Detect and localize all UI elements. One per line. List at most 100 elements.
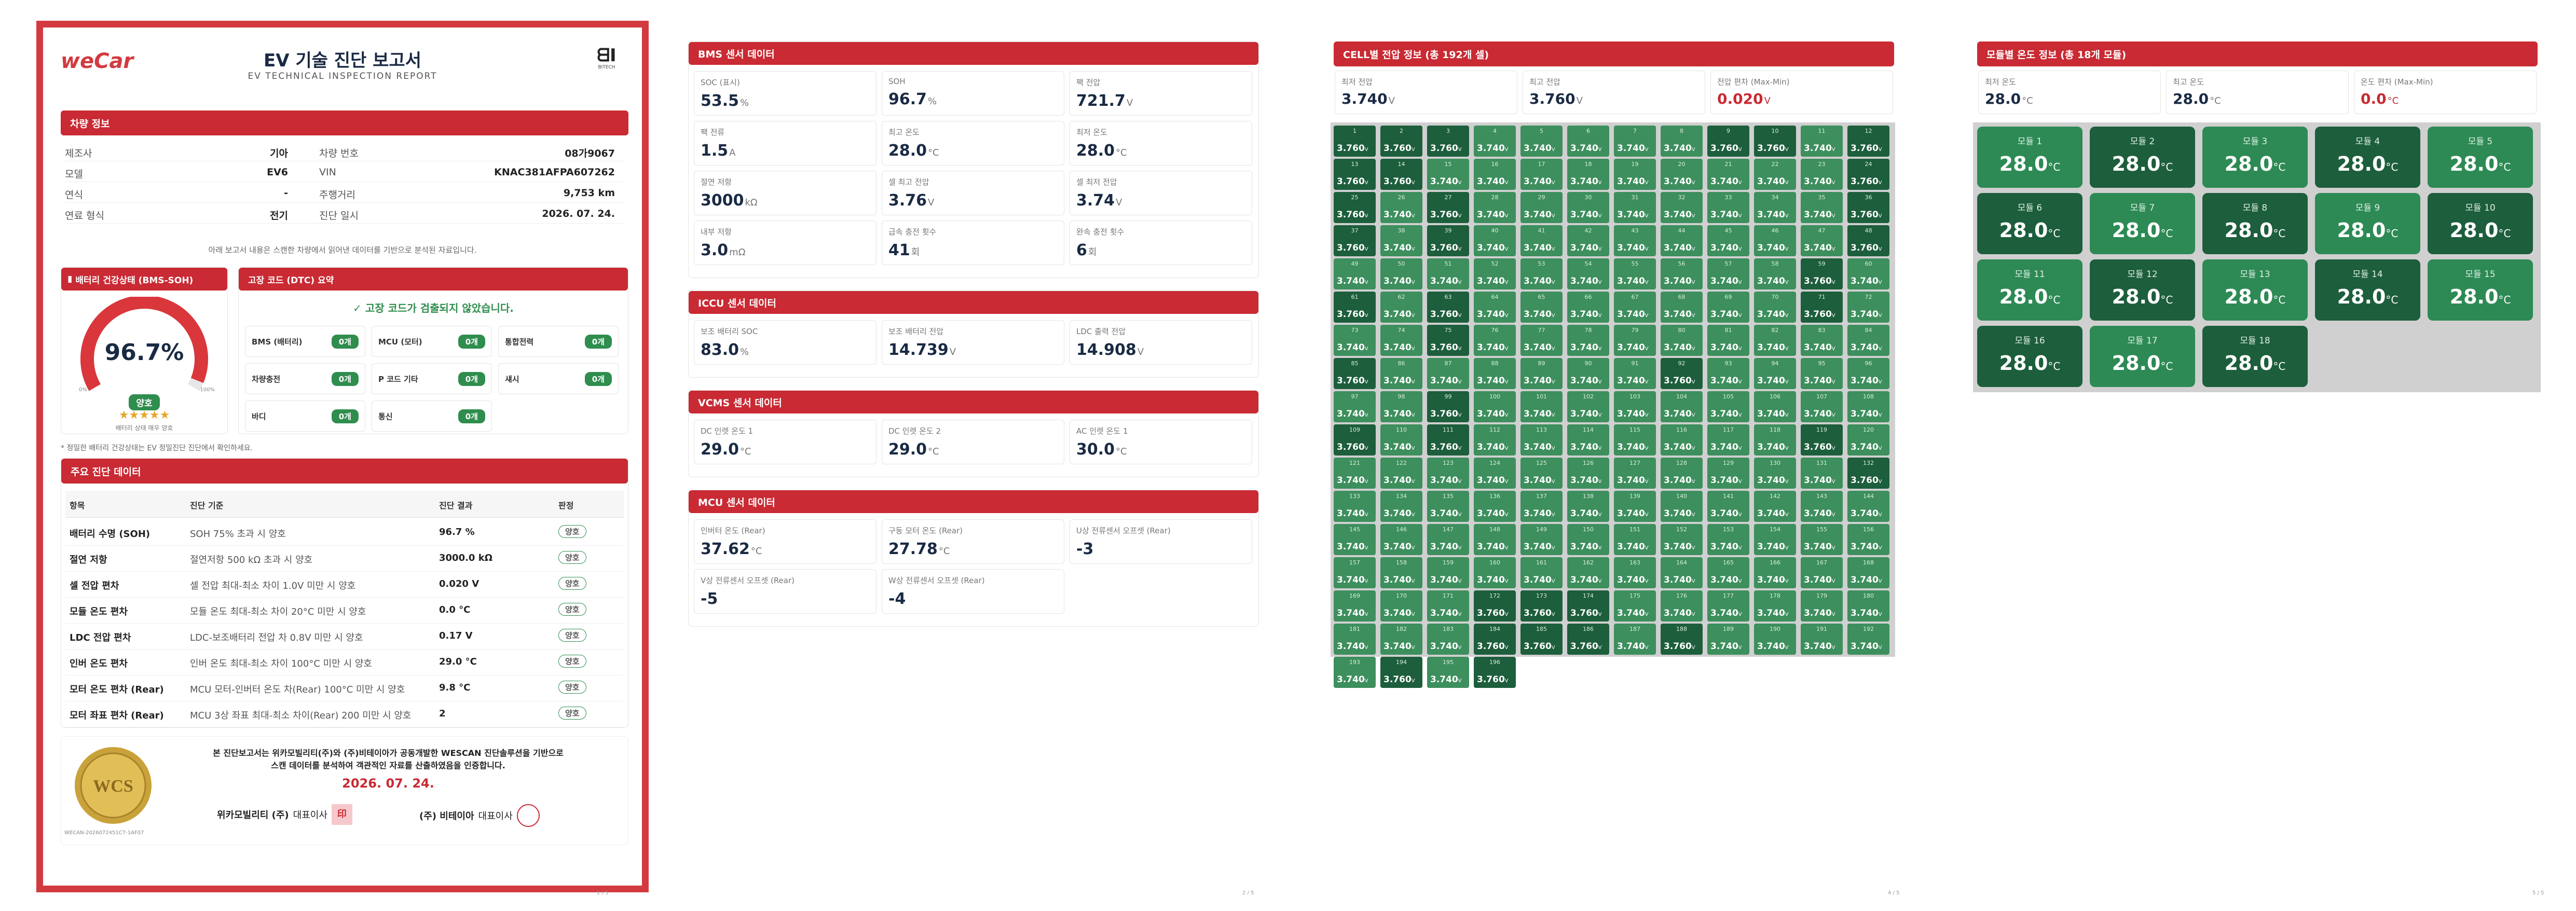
cell-voltage-value: 3.760V (1430, 442, 1462, 452)
module-temp-value: 28.0°C (1977, 352, 2082, 375)
cell-voltage-tile: 184 3.760V (1474, 624, 1516, 655)
sensor-item-value-row: -3 (1076, 540, 1245, 558)
cell-voltage-unit: V (1551, 446, 1555, 451)
cell-voltage-number: 3.760 (1430, 342, 1458, 353)
summary-stat-unit: V (1576, 95, 1583, 106)
cell-voltage-number: 3.740 (1570, 542, 1598, 552)
cell-voltage-value: 3.740V (1524, 475, 1555, 486)
report-title: EV 기술 진단 보고서 (263, 50, 421, 71)
cell-voltage-tile: 165 3.740V (1707, 557, 1749, 588)
cell-number: 173 (1536, 592, 1547, 599)
cell-voltage-number: 3.740 (1524, 342, 1552, 353)
sensor-item-value-row: 27.78 °C (888, 540, 1058, 558)
cell-number: 33 (1724, 194, 1732, 201)
module-temp-number: 28.0 (1999, 219, 2048, 242)
cell-voltage-tile: 178 3.740V (1754, 590, 1796, 622)
cell-voltage-value: 3.740V (1710, 508, 1742, 519)
cell-voltage-tile: 163 3.740V (1614, 557, 1656, 588)
cell-voltage-tile: 196 3.760V (1474, 657, 1516, 688)
module-grid: 모듈 1 28.0°C 모듈 2 28.0°C 모듈 3 28.0°C 모듈 4 28.0°C… (1973, 122, 2541, 392)
sensor-item-label: DC 인렛 온도 2 (888, 426, 941, 436)
cell-number: 78 (1584, 327, 1592, 334)
sign1-stamp: 印 (331, 804, 352, 825)
cell-voltage-number: 3.740 (1757, 641, 1785, 652)
cell-voltage-value: 3.740V (1524, 342, 1555, 353)
sensor-section-header: BMS 센서 데이터 (689, 42, 1258, 65)
module-temp-number: 28.0 (2224, 153, 2273, 175)
cell-voltage-unit: V (1411, 578, 1415, 584)
sensor-item-value-row: 3.0 mΩ (701, 241, 870, 259)
cell-voltage-number: 3.740 (1617, 276, 1645, 286)
cell-voltage-value: 3.740V (1477, 508, 1509, 519)
cell-voltage-value: 3.740V (1664, 176, 1695, 187)
sensor-item: 팩 전류 1.5 A (694, 121, 876, 165)
cell-voltage-number: 3.740 (1851, 342, 1879, 353)
cell-voltage-unit: V (1504, 412, 1509, 418)
dtc-item-label: MCU (모터) (378, 337, 422, 347)
cell-number: 133 (1349, 493, 1360, 500)
cell-voltage-value: 3.740V (1337, 542, 1368, 552)
cell-voltage-value: 3.740V (1570, 376, 1602, 386)
cell-voltage-tile: 194 3.760V (1380, 657, 1422, 688)
cell-voltage-unit: V (1878, 313, 1882, 319)
dtc-count-badge: 0개 (458, 334, 485, 349)
cell-voltage-tile: 160 3.740V (1474, 557, 1516, 588)
cell-number: 3 (1446, 128, 1450, 134)
cell-voltage-number: 3.740 (1710, 243, 1738, 253)
cell-voltage-value: 3.740V (1664, 210, 1695, 220)
cell-voltage-tile: 188 3.760V (1661, 624, 1703, 655)
main-table-cell: 배터리 수명 (SOH) (70, 529, 150, 540)
cell-voltage-unit: V (1645, 578, 1649, 584)
cell-voltage-tile: 149 3.740V (1520, 524, 1563, 555)
sensor-section-header: VCMS 센서 데이터 (689, 391, 1258, 413)
cell-voltage-number: 3.740 (1477, 176, 1505, 187)
module-temp-value: 28.0°C (2428, 153, 2533, 175)
cell-voltage-unit: V (1504, 379, 1509, 385)
cell-voltage-unit: V (1364, 612, 1368, 617)
cell-voltage-value: 3.760V (1664, 641, 1695, 652)
dtc-count-badge: 0개 (331, 409, 359, 423)
cell-voltage-tile: 54 3.740V (1567, 258, 1609, 289)
cell-voltage-tile: 92 3.760V (1661, 358, 1703, 389)
cell-voltage-unit: V (1364, 578, 1368, 584)
cell-number: 132 (1863, 460, 1874, 466)
cell-number: 37 (1351, 227, 1359, 234)
cell-voltage-value: 3.740V (1710, 309, 1742, 320)
cell-voltage-number: 3.740 (1851, 575, 1879, 585)
cell-voltage-tile: 2 3.760V (1380, 126, 1422, 157)
cell-voltage-unit: V (1831, 645, 1835, 651)
module-temp-number: 28.0 (2449, 219, 2499, 242)
cell-voltage-number: 3.740 (1617, 376, 1645, 386)
cell-voltage-unit: V (1738, 147, 1742, 153)
cell-number: 24 (1865, 161, 1872, 168)
cell-voltage-value: 3.760V (1851, 143, 1882, 154)
sensor-item-value-row: 3.74 V (1076, 191, 1245, 210)
cell-voltage-tile: 130 3.740V (1754, 458, 1796, 489)
cell-voltage-tile: 126 3.740V (1567, 458, 1609, 489)
cell-voltage-unit: V (1878, 180, 1882, 186)
cell-voltage-number: 3.740 (1851, 442, 1879, 452)
cell-voltage-value: 3.740V (1570, 176, 1602, 187)
sensor-item: 최저 온도 28.0 °C (1070, 121, 1252, 165)
cell-voltage-value: 3.740V (1617, 409, 1649, 419)
dtc-item: 통합전력 0개 (498, 326, 619, 357)
cell-voltage-tile: 190 3.740V (1754, 624, 1796, 655)
cell-number: 181 (1349, 626, 1360, 632)
cell-number: 115 (1629, 426, 1640, 433)
sensor-item-label: W상 전류센서 오프셋 (Rear) (888, 576, 985, 585)
cell-voltage-number: 3.760 (1337, 176, 1365, 187)
cell-voltage-value: 3.740V (1570, 575, 1602, 585)
main-table-cell: 양호 (558, 603, 586, 616)
cell-number: 40 (1491, 227, 1499, 234)
cell-voltage-unit: V (1691, 346, 1695, 352)
cell-number: 67 (1631, 294, 1639, 300)
cell-voltage-tile: 171 3.740V (1427, 590, 1469, 622)
cell-voltage-unit: V (1878, 213, 1882, 219)
summary-stat-label: 전압 편차 (Max-Min) (1717, 77, 1790, 87)
cell-number: 104 (1676, 393, 1687, 400)
sensor-item-label: 내부 저항 (701, 227, 732, 237)
sensor-item-label: 팩 전압 (1076, 78, 1101, 87)
cell-voltage-tile: 116 3.740V (1661, 424, 1703, 455)
module-temp-unit: °C (2386, 161, 2399, 173)
cell-voltage-number: 3.740 (1757, 243, 1785, 253)
